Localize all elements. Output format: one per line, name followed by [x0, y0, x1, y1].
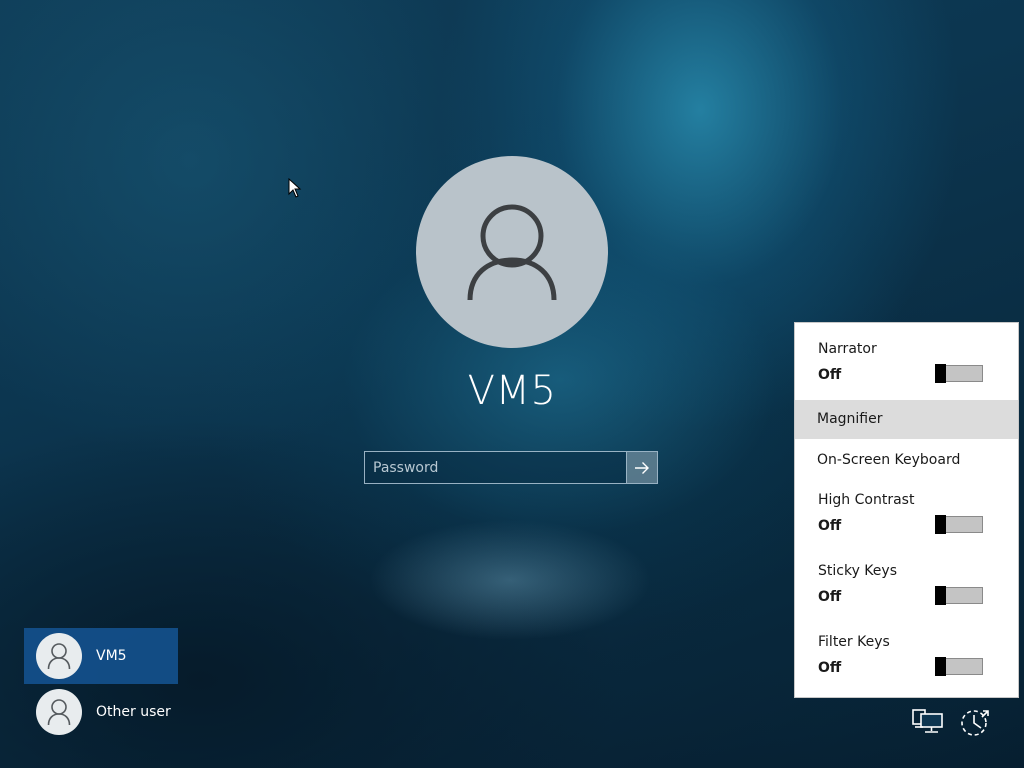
- ease-of-access-menu: Narrator Off Magnifier On-Screen Keyboar…: [794, 322, 1019, 698]
- toggle-thumb: [935, 586, 946, 605]
- high-contrast-state: Off: [818, 518, 842, 534]
- user-icon: [467, 204, 557, 301]
- network-button[interactable]: [911, 706, 945, 738]
- on-screen-keyboard-row[interactable]: On-Screen Keyboard: [795, 440, 1018, 480]
- network-icon: [912, 709, 943, 733]
- mouse-cursor-icon: [288, 177, 302, 202]
- magnifier-row[interactable]: Magnifier: [795, 400, 1018, 439]
- ease-of-access-button[interactable]: [958, 706, 992, 738]
- sticky-keys-state: Off: [818, 589, 842, 605]
- toggle-thumb: [935, 364, 946, 383]
- user-list-label: Other user: [96, 704, 171, 720]
- sticky-keys-toggle[interactable]: [935, 586, 983, 605]
- filter-keys-state: Off: [818, 660, 842, 676]
- narrator-state: Off: [818, 367, 842, 383]
- submit-button[interactable]: [626, 452, 657, 483]
- arrow-right-icon: [635, 461, 649, 474]
- user-list-item-other-user[interactable]: Other user: [24, 684, 178, 740]
- password-input[interactable]: [365, 452, 626, 483]
- narrator-row[interactable]: Narrator Off: [795, 323, 1018, 399]
- toggle-thumb: [935, 515, 946, 534]
- user-avatar: [416, 156, 608, 348]
- toggle-thumb: [935, 657, 946, 676]
- user-list-label: VM5: [96, 648, 127, 664]
- password-field: [364, 451, 658, 484]
- narrator-label: Narrator: [818, 341, 877, 357]
- user-avatar-small: [36, 689, 82, 735]
- user-list-item-vm5[interactable]: VM5: [24, 628, 178, 684]
- filter-keys-label: Filter Keys: [818, 634, 890, 650]
- narrator-toggle[interactable]: [935, 364, 983, 383]
- filter-keys-row[interactable]: Filter Keys Off: [795, 623, 1018, 697]
- lock-screen: VM5 VM5 Other user Narrator Off Magnifie…: [0, 0, 1024, 768]
- sticky-keys-row[interactable]: Sticky Keys Off: [795, 552, 1018, 622]
- ease-of-access-icon: [961, 710, 989, 736]
- user-icon: [47, 699, 71, 726]
- filter-keys-toggle[interactable]: [935, 657, 983, 676]
- on-screen-keyboard-label: On-Screen Keyboard: [817, 452, 961, 468]
- high-contrast-row[interactable]: High Contrast Off: [795, 481, 1018, 551]
- user-icon: [47, 643, 71, 670]
- high-contrast-toggle[interactable]: [935, 515, 983, 534]
- sticky-keys-label: Sticky Keys: [818, 563, 897, 579]
- high-contrast-label: High Contrast: [818, 492, 915, 508]
- user-avatar-small: [36, 633, 82, 679]
- magnifier-label: Magnifier: [817, 411, 883, 427]
